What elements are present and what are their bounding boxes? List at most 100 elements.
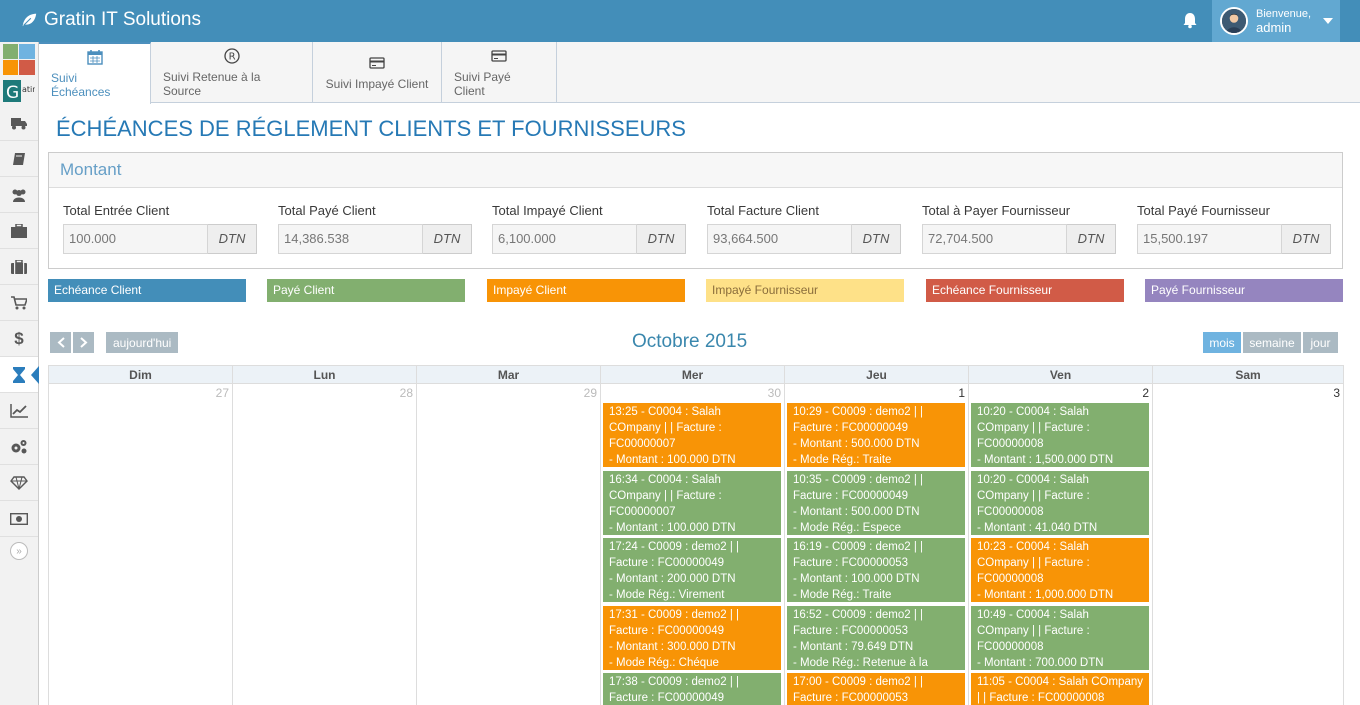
sidebar-item-dollar[interactable]: $ — [0, 321, 38, 357]
briefcase-icon — [11, 223, 27, 238]
calendar-event[interactable]: 10:23 - C0004 : Salah COmpany | | Factur… — [970, 537, 1150, 603]
event-line: - Montant : 200.000 DTN — [609, 573, 736, 585]
event-line: 10:23 - C0004 : Salah COmpany | | Factur… — [977, 541, 1090, 585]
dollar-icon: $ — [14, 328, 24, 348]
tab-suivi-paye-client[interactable]: Suivi Payé Client — [442, 42, 557, 103]
tab-label: Suivi Impayé Client — [325, 76, 429, 91]
calendar-event[interactable]: 13:25 - C0004 : Salah COmpany | | Factur… — [602, 402, 782, 468]
sidebar-item-diamond[interactable] — [0, 465, 38, 501]
event-line: - Montant : 300.000 DTN — [609, 640, 736, 653]
tab-suivi-retenue[interactable]: R Suivi Retenue à la Source — [151, 42, 313, 103]
field-total-entree-client: Total Entrée Client 100.000 DTN — [63, 203, 257, 254]
calendar-event[interactable]: 10:29 - C0009 : demo2 | | Facture : FC00… — [786, 402, 966, 468]
view-switcher: mois semaine jour — [1203, 332, 1338, 353]
event-line: - Montant : 100.000 DTN — [609, 521, 736, 534]
calendar-event[interactable]: 16:19 - C0009 : demo2 | | Facture : FC00… — [786, 537, 966, 603]
sidebar-item-users[interactable] — [0, 177, 38, 213]
next-month-button[interactable] — [73, 332, 94, 353]
today-button[interactable]: aujourd'hui — [106, 332, 179, 353]
sidebar-item-cart[interactable] — [0, 285, 38, 321]
truck-icon — [11, 117, 27, 129]
sidebar-item-settings[interactable] — [0, 429, 38, 465]
calendar-event[interactable]: 11:05 - C0004 : Salah COmpany | | Factur… — [970, 672, 1150, 705]
legend-echeance-fournisseur: Echéance Fournisseur — [926, 279, 1124, 302]
calendar-nav: aujourd'hui — [50, 332, 179, 353]
diamond-icon — [10, 475, 28, 490]
sidebar-item-book[interactable] — [0, 141, 38, 177]
unit-addon: DTN — [1067, 224, 1116, 254]
field-total-a-payer-fournisseur: Total à Payer Fournisseur 72,704.500 DTN — [922, 203, 1116, 254]
view-month-button[interactable]: mois — [1203, 332, 1241, 353]
view-week-button[interactable]: semaine — [1243, 332, 1301, 353]
sidebar-item-briefcase[interactable] — [0, 213, 38, 249]
event-line: - Montant : 500.000 DTN — [793, 505, 920, 518]
svg-text:R: R — [228, 51, 235, 62]
calendar-event[interactable]: 17:24 - C0009 : demo2 | | Facture : FC00… — [602, 537, 782, 603]
calendar-icon — [86, 50, 103, 65]
event-line: 17:24 - C0009 : demo2 | | Facture : FC00… — [609, 541, 739, 569]
tab-suivi-impaye-client[interactable]: Suivi Impayé Client — [313, 42, 442, 103]
chevron-right-icon — [79, 337, 87, 348]
day-number: 3 — [1333, 386, 1340, 400]
prev-month-button[interactable] — [50, 332, 71, 353]
field-total-paye-client: Total Payé Client 14,386.538 DTN — [278, 203, 472, 254]
total-facture-client-input[interactable]: 93,664.500 — [707, 224, 852, 254]
event-line: - Mode Rég.: Chéque — [609, 656, 719, 669]
event-line: 10:20 - C0004 : Salah COmpany | | Factur… — [977, 406, 1090, 450]
sidebar-collapse-icon[interactable]: » — [10, 542, 28, 560]
total-paye-fournisseur-input[interactable]: 15,500.197 — [1137, 224, 1282, 254]
credit-card-icon — [369, 56, 385, 69]
brand[interactable]: Gratin IT Solutions — [20, 9, 201, 31]
day-cell[interactable]: 3 — [1152, 384, 1344, 705]
event-line: 17:00 - C0009 : demo2 | | Facture : FC00… — [793, 676, 923, 704]
legend-impaye-fournisseur: Impayé Fournisseur — [706, 279, 904, 302]
unit-addon: DTN — [1282, 224, 1331, 254]
unit-addon: DTN — [208, 224, 257, 254]
line-chart-icon — [10, 403, 28, 418]
calendar-event[interactable]: 10:49 - C0004 : Salah COmpany | | Factur… — [970, 604, 1150, 671]
sidebar-item-truck[interactable] — [0, 105, 38, 141]
sidebar-item-hourglass[interactable] — [0, 357, 39, 393]
sidebar-item-money[interactable] — [0, 501, 38, 537]
calendar-event[interactable]: 16:34 - C0004 : Salah COmpany | | Factur… — [602, 469, 782, 536]
legend-impaye-client: Impayé Client — [487, 279, 685, 302]
user-menu[interactable]: Bienvenue, admin — [1212, 0, 1340, 42]
logo-icon[interactable]: G atin — [3, 44, 35, 102]
view-day-button[interactable]: jour — [1303, 332, 1338, 353]
event-line: 11:05 - C0004 : Salah COmpany | | Factur… — [977, 676, 1143, 704]
event-line: - Mode Rég.: Traite — [793, 454, 892, 466]
tab-bar: Suivi Échéances R Suivi Retenue à la Sou… — [39, 42, 1360, 104]
calendar-event[interactable]: 10:20 - C0004 : Salah COmpany | | Factur… — [970, 469, 1150, 536]
day-cell[interactable]: 28 — [232, 384, 417, 705]
day-cell[interactable]: 27 — [48, 384, 233, 705]
calendar-event[interactable]: 17:38 - C0009 : demo2 | | Facture : FC00… — [602, 672, 782, 705]
widget-header: Montant — [49, 153, 1342, 188]
calendar-event[interactable]: 10:20 - C0004 : Salah COmpany | | Factur… — [970, 402, 1150, 468]
hourglass-icon — [13, 366, 25, 383]
event-line: 13:25 - C0004 : Salah COmpany | | Factur… — [609, 406, 722, 450]
tab-suivi-echeances[interactable]: Suivi Échéances — [39, 42, 151, 104]
calendar-event[interactable]: 17:00 - C0009 : demo2 | | Facture : FC00… — [786, 672, 966, 705]
calendar-event[interactable]: 17:31 - C0009 : demo2 | | Facture : FC00… — [602, 604, 782, 671]
total-a-payer-fournisseur-input[interactable]: 72,704.500 — [922, 224, 1067, 254]
calendar-event[interactable]: 16:52 - C0009 : demo2 | | Facture : FC00… — [786, 604, 966, 671]
total-paye-client-input[interactable]: 14,386.538 — [278, 224, 423, 254]
sidebar-item-chart[interactable] — [0, 393, 38, 429]
user-name: admin — [1256, 20, 1292, 35]
leaf-icon — [22, 13, 37, 27]
day-header-sam: Sam — [1152, 365, 1344, 384]
total-impaye-client-input[interactable]: 6,100.000 — [492, 224, 637, 254]
day-cell[interactable]: 29 — [416, 384, 601, 705]
unit-addon: DTN — [852, 224, 901, 254]
event-line: - Mode Rég.: Traite — [793, 589, 892, 601]
day-number: 29 — [583, 386, 597, 400]
day-header-ven: Ven — [968, 365, 1153, 384]
brand-label: Gratin IT Solutions — [44, 9, 202, 30]
avatar — [1220, 7, 1248, 35]
event-line: 16:52 - C0009 : demo2 | | Facture : FC00… — [793, 608, 923, 637]
total-entree-client-input[interactable]: 100.000 — [63, 224, 208, 254]
calendar-event[interactable]: 10:35 - C0009 : demo2 | | Facture : FC00… — [786, 469, 966, 536]
field-total-facture-client: Total Facture Client 93,664.500 DTN — [707, 203, 901, 254]
sidebar-item-suitcase[interactable] — [0, 249, 38, 285]
bell-icon[interactable] — [1180, 10, 1200, 30]
